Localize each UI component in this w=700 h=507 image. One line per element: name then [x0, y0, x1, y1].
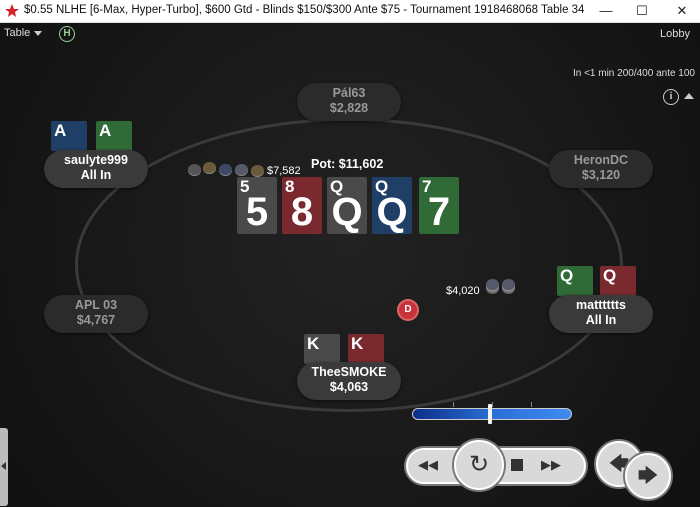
- seat-theesmoke[interactable]: TheeSMOKE $4,063: [297, 362, 401, 400]
- chip-icon: [219, 164, 232, 175]
- stop-button[interactable]: [511, 459, 523, 471]
- player-name: APL 03: [74, 298, 118, 312]
- maximize-button[interactable]: ☐: [624, 0, 660, 22]
- replay-progress-slider[interactable]: [412, 408, 572, 420]
- seat-saulyte999[interactable]: saulyte999 All In: [44, 150, 148, 188]
- hole-card: Q: [600, 266, 636, 296]
- pot-amount: Pot: $11,602: [311, 157, 384, 171]
- blinds-next-level: In <1 min 200/400 ante 100: [572, 68, 695, 79]
- chevron-down-icon: [34, 30, 43, 36]
- player-name: TheeSMOKE: [311, 365, 387, 379]
- window-title: $0.55 NLHE [6-Max, Hyper-Turbo], $600 Gt…: [24, 4, 585, 16]
- chip-icon: [235, 164, 248, 175]
- player-stack: All In: [585, 313, 617, 327]
- rewind-button[interactable]: ◀◀: [418, 457, 438, 473]
- hand-history-icon[interactable]: H: [59, 26, 75, 42]
- player-stack: $3,120: [581, 168, 621, 182]
- seat-apl03[interactable]: APL 03 $4,767: [44, 295, 148, 333]
- seat-herondc[interactable]: HeronDC $3,120: [549, 150, 653, 188]
- seat-matttttts[interactable]: matttttts All In: [549, 295, 653, 333]
- fast-forward-button[interactable]: ▶▶: [541, 457, 561, 473]
- slider-thumb[interactable]: [488, 404, 492, 424]
- bet-amount: $7,582: [267, 165, 301, 177]
- board-card: 88: [282, 177, 322, 234]
- chevron-left-icon: [1, 462, 6, 470]
- slider-tick: [492, 402, 493, 407]
- dealer-button: D: [399, 301, 417, 319]
- hole-card: K: [304, 334, 340, 364]
- title-bar: $0.55 NLHE [6-Max, Hyper-Turbo], $600 Gt…: [0, 0, 700, 23]
- side-panel-handle[interactable]: [0, 428, 8, 506]
- chip-icon: [251, 165, 264, 176]
- chevron-up-icon[interactable]: [684, 93, 694, 99]
- board-card: QQ: [372, 177, 412, 234]
- hole-card: K: [348, 334, 384, 364]
- player-stack: $4,063: [329, 380, 369, 394]
- board-card: QQ: [327, 177, 367, 234]
- player-stack: $2,828: [329, 101, 369, 115]
- pokerstars-logo-icon: [5, 4, 19, 17]
- close-button[interactable]: ✕: [664, 0, 700, 22]
- player-stack: $4,767: [76, 313, 116, 327]
- chip-icon: [502, 279, 515, 290]
- hole-card: A: [96, 121, 132, 151]
- board-card: 77: [419, 177, 459, 234]
- chip-icon: [203, 162, 216, 173]
- replay-button[interactable]: ↻: [454, 440, 504, 490]
- player-name: saulyte999: [64, 153, 128, 167]
- seat-pal63[interactable]: Pál63 $2,828: [297, 83, 401, 121]
- player-name: matttttts: [576, 298, 626, 312]
- player-name: HeronDC: [573, 153, 629, 167]
- player-stack: All In: [80, 168, 112, 182]
- chip-icon: [486, 279, 499, 290]
- poker-table-area: Table H Lobby In <1 min 200/400 ante 100…: [0, 23, 700, 507]
- table-menu[interactable]: Table: [4, 27, 43, 39]
- player-name: Pál63: [332, 86, 366, 100]
- bet-amount: $4,020: [446, 285, 480, 297]
- arrow-right-icon: 🡆: [637, 465, 659, 487]
- hole-card: Q: [557, 266, 593, 296]
- slider-tick: [531, 402, 532, 407]
- next-hand-button[interactable]: 🡆: [625, 453, 671, 499]
- slider-tick: [453, 402, 454, 407]
- lobby-button[interactable]: Lobby: [660, 28, 690, 40]
- hole-card: A: [51, 121, 87, 151]
- table-menu-label: Table: [4, 27, 31, 39]
- board-card: 55: [237, 177, 277, 234]
- minimize-button[interactable]: —: [588, 0, 624, 22]
- chip-icon: [188, 164, 201, 175]
- info-icon[interactable]: i: [663, 89, 679, 105]
